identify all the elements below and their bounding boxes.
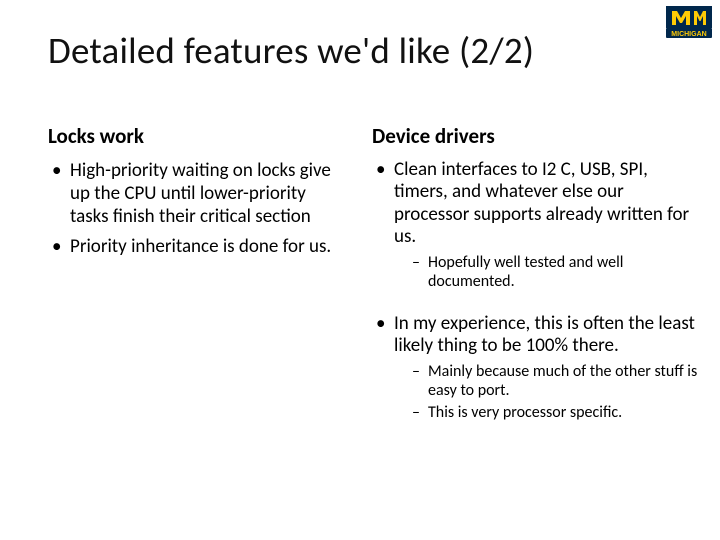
slide-title: Detailed features we'd like (2/2) (0, 0, 720, 73)
left-bullets: High-priority waiting on locks give up t… (48, 159, 348, 258)
list-item: High-priority waiting on locks give up t… (48, 159, 348, 229)
bullet-text: In my experience, this is often the leas… (394, 312, 695, 357)
left-column: Locks work High-priority waiting on lock… (48, 123, 348, 432)
right-column: Device drivers Clean interfaces to I2 C,… (372, 123, 702, 432)
sub-list: Mainly because much of the other stuff i… (406, 362, 702, 423)
content-columns: Locks work High-priority waiting on lock… (0, 73, 720, 432)
svg-text:MICHIGAN: MICHIGAN (671, 31, 706, 38)
right-heading: Device drivers (372, 123, 702, 149)
bullet-text: Clean interfaces to I2 C, USB, SPI, time… (394, 158, 689, 248)
list-item: Clean interfaces to I2 C, USB, SPI, time… (372, 159, 702, 291)
right-bullets: Clean interfaces to I2 C, USB, SPI, time… (372, 159, 702, 422)
sub-item: Mainly because much of the other stuff i… (406, 362, 702, 400)
list-item: In my experience, this is often the leas… (372, 313, 702, 422)
sub-list: Hopefully well tested and well documente… (406, 253, 702, 291)
list-item: Priority inheritance is done for us. (48, 235, 348, 258)
sub-item: This is very processor specific. (406, 403, 702, 422)
sub-item: Hopefully well tested and well documente… (406, 253, 702, 291)
michigan-logo: MICHIGAN (666, 6, 712, 38)
left-heading: Locks work (48, 123, 348, 149)
